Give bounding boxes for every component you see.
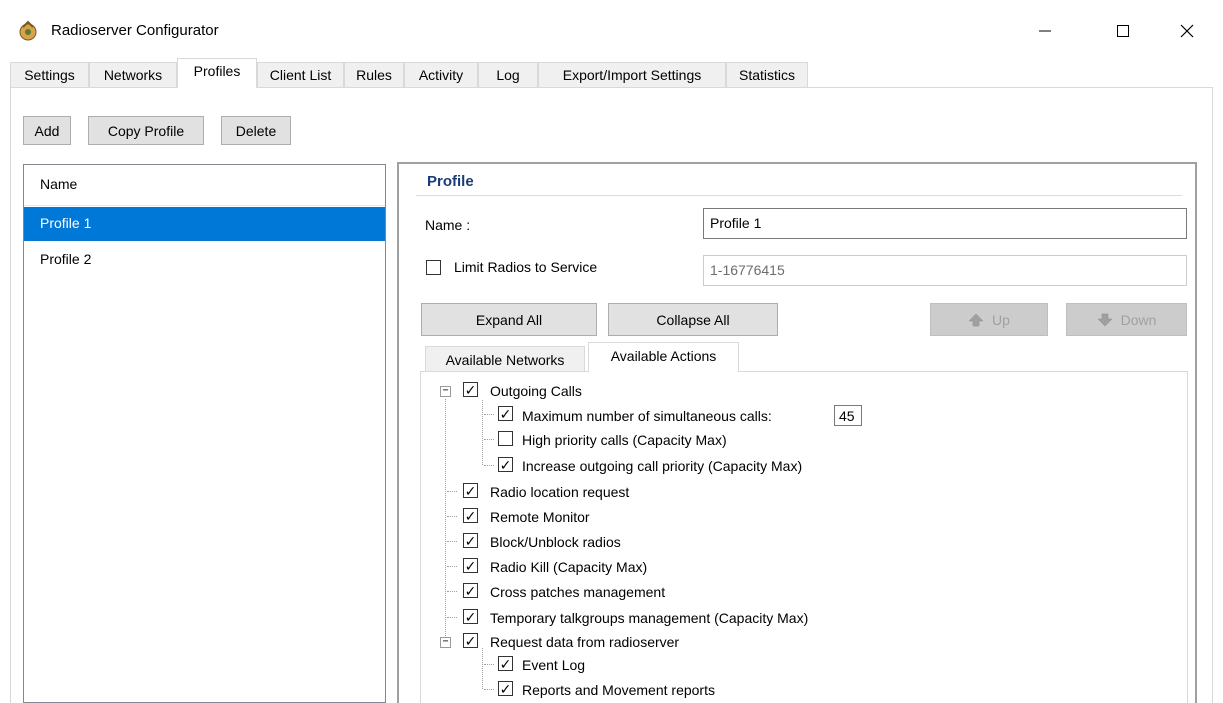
limit-radios-range-field[interactable]: 1-16776415 xyxy=(703,255,1187,286)
down-arrow-icon xyxy=(1096,313,1113,326)
list-header-name[interactable]: Name xyxy=(24,165,385,206)
max-simultaneous-calls-checkbox[interactable]: ✓ xyxy=(498,406,513,421)
cross-patches-checkbox[interactable]: ✓ xyxy=(463,583,478,598)
cross-patches-label: Cross patches management xyxy=(490,584,666,600)
tab-activity[interactable]: Activity xyxy=(404,62,478,87)
collapse-request-data-icon[interactable]: − xyxy=(440,637,451,648)
profile-group-title: Profile xyxy=(427,173,474,190)
tab-available-networks[interactable]: Available Networks xyxy=(425,346,585,372)
high-priority-calls-label: High priority calls (Capacity Max) xyxy=(522,432,727,448)
location-request-label: Radio location request xyxy=(490,484,630,500)
remote-monitor-label: Remote Monitor xyxy=(490,509,590,525)
outgoing-calls-checkbox[interactable]: ✓ xyxy=(463,382,478,397)
up-button[interactable]: Up xyxy=(930,303,1048,336)
radio-kill-label: Radio Kill (Capacity Max) xyxy=(490,559,648,575)
radio-kill-checkbox[interactable]: ✓ xyxy=(463,558,478,573)
temp-talkgroups-label: Temporary talkgroups management (Capacit… xyxy=(490,610,809,626)
close-icon xyxy=(1180,24,1194,38)
tab-client-list[interactable]: Client List xyxy=(257,62,344,87)
delete-button[interactable]: Delete xyxy=(221,116,291,145)
close-button[interactable] xyxy=(1164,14,1210,48)
max-simultaneous-calls-value[interactable]: 45 xyxy=(834,405,862,426)
remote-monitor-checkbox[interactable]: ✓ xyxy=(463,508,478,523)
event-log-checkbox[interactable]: ✓ xyxy=(498,656,513,671)
list-item-profile-2[interactable]: Profile 2 xyxy=(24,243,385,277)
expand-all-button[interactable]: Expand All xyxy=(421,303,597,336)
outgoing-calls-label: Outgoing Calls xyxy=(490,383,582,399)
tab-rules[interactable]: Rules xyxy=(344,62,404,87)
tab-export-import-settings[interactable]: Export/Import Settings xyxy=(538,62,726,87)
increase-priority-checkbox[interactable]: ✓ xyxy=(498,457,513,472)
temp-talkgroups-checkbox[interactable]: ✓ xyxy=(463,609,478,624)
tab-log[interactable]: Log xyxy=(478,62,538,87)
profile-list: Name Profile 1 Profile 2 xyxy=(23,164,386,703)
tab-available-actions[interactable]: Available Actions xyxy=(588,342,739,372)
name-label: Name : xyxy=(425,217,471,233)
high-priority-calls-checkbox[interactable] xyxy=(498,431,513,446)
up-button-label: Up xyxy=(992,311,1010,328)
group-title-divider xyxy=(416,195,1182,196)
maximize-button[interactable] xyxy=(1100,14,1146,48)
request-data-checkbox[interactable]: ✓ xyxy=(463,633,478,648)
limit-radios-checkbox[interactable] xyxy=(426,260,441,275)
app-icon xyxy=(17,20,39,42)
minimize-button[interactable] xyxy=(1022,14,1068,48)
block-unblock-label: Block/Unblock radios xyxy=(490,534,621,550)
maximize-icon xyxy=(1117,25,1129,37)
tab-profiles[interactable]: Profiles xyxy=(177,58,257,88)
up-arrow-icon xyxy=(968,313,984,326)
down-button-label: Down xyxy=(1120,311,1157,328)
limit-radios-label: Limit Radios to Service xyxy=(454,259,598,275)
collapse-all-button[interactable]: Collapse All xyxy=(608,303,778,336)
request-data-label: Request data from radioserver xyxy=(490,634,680,650)
block-unblock-checkbox[interactable]: ✓ xyxy=(463,533,478,548)
collapse-outgoing-calls-icon[interactable]: − xyxy=(440,386,451,397)
down-button[interactable]: Down xyxy=(1066,303,1187,336)
reports-label: Reports and Movement reports xyxy=(522,682,715,698)
list-item-profile-1[interactable]: Profile 1 xyxy=(24,207,385,241)
minimize-icon xyxy=(1039,30,1051,32)
copy-profile-button[interactable]: Copy Profile xyxy=(88,116,204,145)
location-request-checkbox[interactable]: ✓ xyxy=(463,483,478,498)
tab-statistics[interactable]: Statistics xyxy=(726,62,808,87)
event-log-label: Event Log xyxy=(522,657,586,673)
increase-priority-label: Increase outgoing call priority (Capacit… xyxy=(522,458,803,474)
tab-networks[interactable]: Networks xyxy=(89,62,177,87)
max-simultaneous-calls-label: Maximum number of simultaneous calls: xyxy=(522,408,772,424)
profile-name-field[interactable]: Profile 1 xyxy=(703,208,1187,239)
tab-settings[interactable]: Settings xyxy=(10,62,89,87)
add-button[interactable]: Add xyxy=(23,116,71,145)
reports-checkbox[interactable]: ✓ xyxy=(498,681,513,696)
window-title: Radioserver Configurator xyxy=(51,22,219,39)
